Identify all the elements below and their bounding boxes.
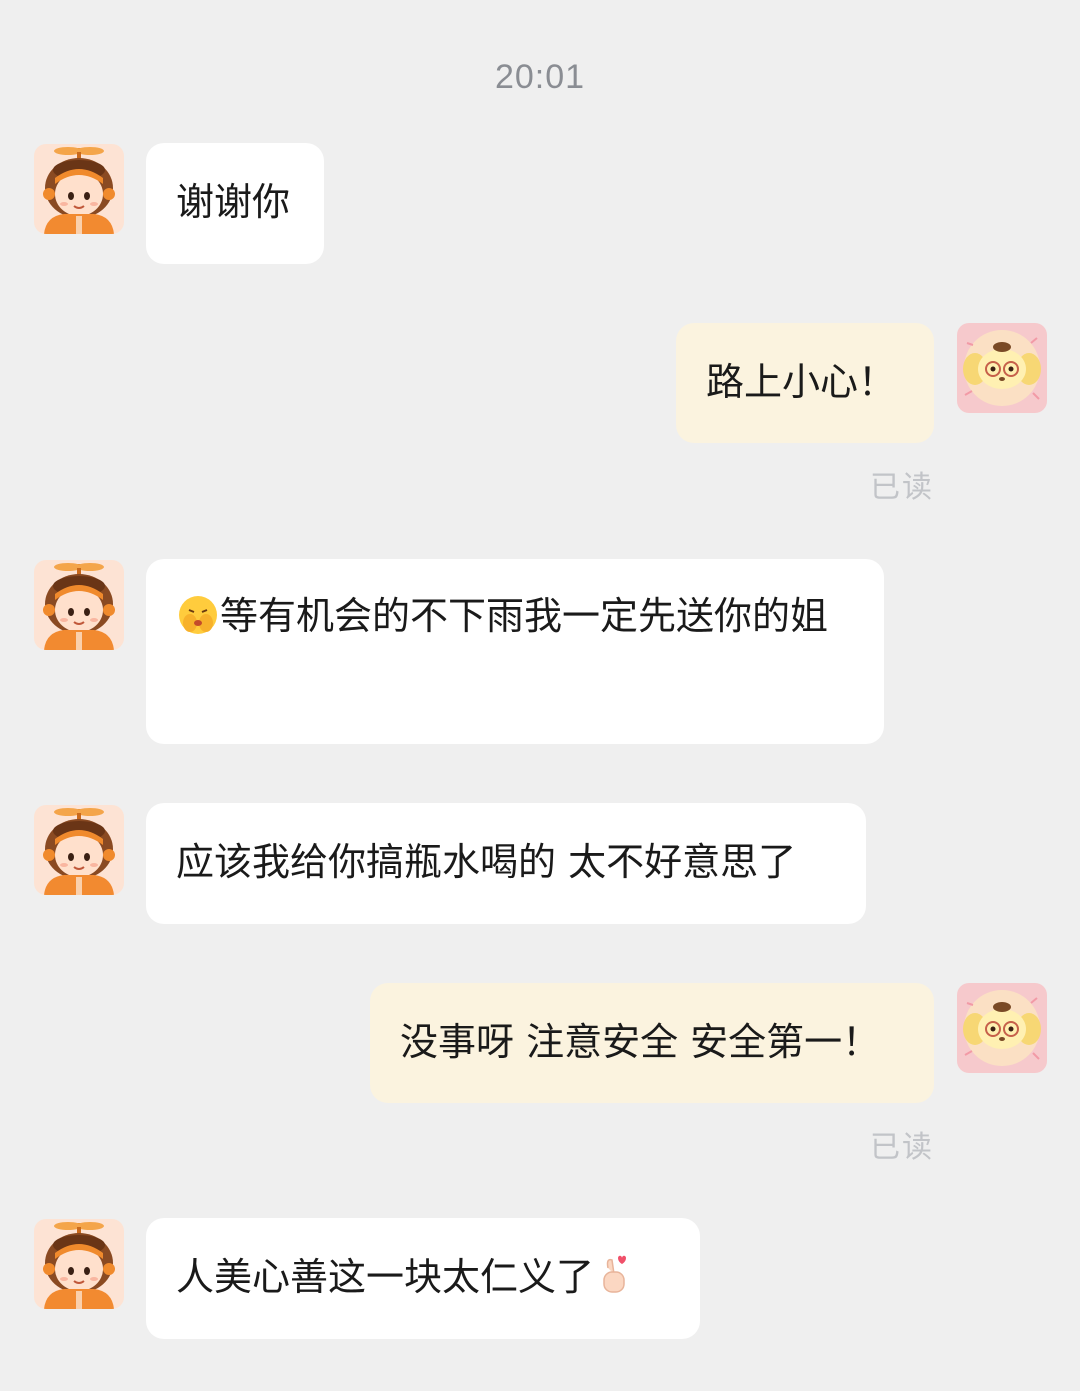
message-text: 等有机会的不下雨我一定先送你的姐 xyxy=(220,594,829,638)
chat-window: 20:01 谢谢你 路上小心！ 已读 等有机会的不下雨我一定先送你的姐 应该我给… xyxy=(0,0,1080,1391)
avatar-incoming[interactable] xyxy=(34,805,124,895)
avatar-outgoing[interactable] xyxy=(957,983,1047,1073)
message-text: 没事呀 注意安全 安全第一！ xyxy=(400,1020,881,1064)
courier-boy-avatar-icon xyxy=(34,1219,124,1309)
message-text: 谢谢你 xyxy=(176,180,291,224)
message-text: 应该我给你搞瓶水喝的 太不好意思了 xyxy=(176,840,797,884)
message-bubble-incoming[interactable]: 等有机会的不下雨我一定先送你的姐 xyxy=(146,559,884,744)
read-status: 已读 xyxy=(870,470,934,505)
finger-heart-emoji xyxy=(594,1254,634,1298)
puppy-avatar-icon xyxy=(957,983,1047,1073)
avatar-incoming[interactable] xyxy=(34,1219,124,1309)
courier-boy-avatar-icon xyxy=(34,805,124,895)
puppy-avatar-icon xyxy=(957,323,1047,413)
avatar-incoming[interactable] xyxy=(34,144,124,234)
avatar-incoming[interactable] xyxy=(34,560,124,650)
message-text: 路上小心！ xyxy=(706,360,897,404)
message-bubble-outgoing[interactable]: 没事呀 注意安全 安全第一！ xyxy=(370,983,934,1103)
avatar-outgoing[interactable] xyxy=(957,323,1047,413)
face-with-hands-over-mouth-emoji xyxy=(176,593,220,637)
message-bubble-incoming[interactable]: 应该我给你搞瓶水喝的 太不好意思了 xyxy=(146,803,866,924)
message-text: 人美心善这一块太仁义了 xyxy=(176,1255,595,1299)
read-status: 已读 xyxy=(870,1130,934,1165)
courier-boy-avatar-icon xyxy=(34,560,124,650)
message-bubble-incoming[interactable]: 人美心善这一块太仁义了 xyxy=(146,1218,700,1339)
courier-boy-avatar-icon xyxy=(34,144,124,234)
message-bubble-incoming[interactable]: 谢谢你 xyxy=(146,143,324,264)
message-bubble-outgoing[interactable]: 路上小心！ xyxy=(676,323,934,443)
timestamp: 20:01 xyxy=(494,58,586,96)
